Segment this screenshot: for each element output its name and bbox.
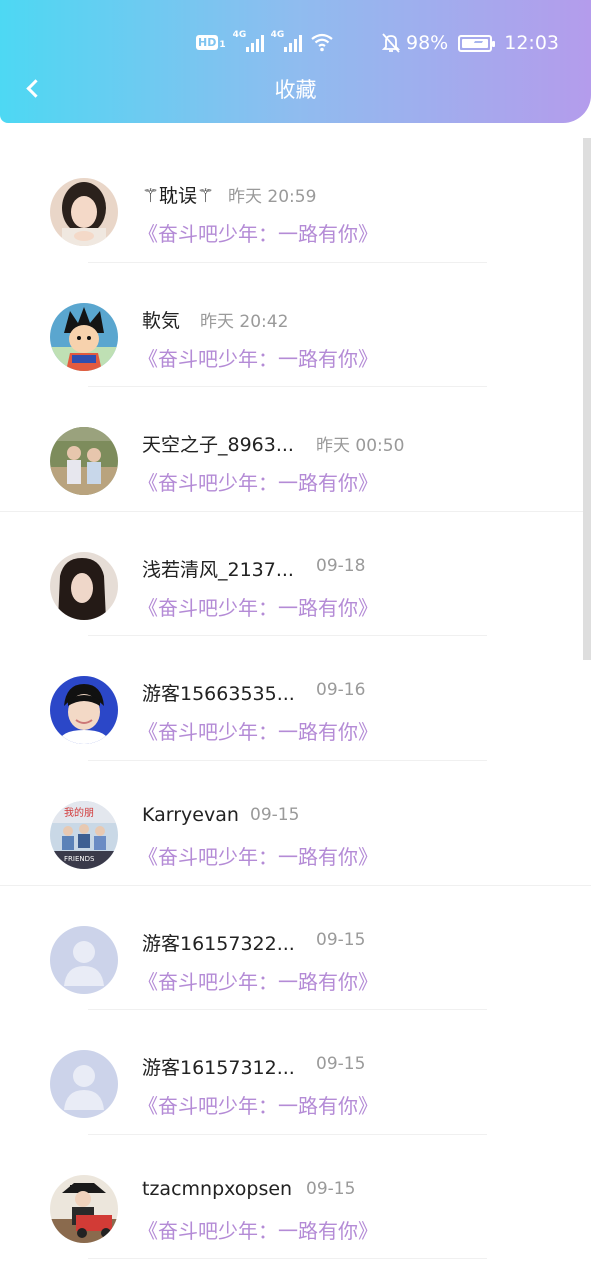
user-name: 軟気 (142, 309, 181, 332)
status-icons-left: HD 1 4G 4G (196, 30, 334, 52)
signal-icon: 4G (233, 30, 264, 52)
signal-icon: 4G (271, 30, 302, 52)
top-app-bar: HD 1 4G 4G 98% 12:03 收藏 (0, 0, 591, 123)
avatar[interactable] (50, 551, 118, 620)
avatar[interactable]: 我的朋 FRIENDS (50, 800, 118, 869)
timestamp: 09-15 (316, 1054, 366, 1075)
wifi-icon (310, 33, 333, 52)
avatar[interactable] (50, 676, 118, 745)
favorites-list: ⚚耽误⚚ 昨天 20:59 《奋斗吧少年：一路有你》 軟気 昨天 20:42 《奋斗吧少年… (0, 138, 591, 1260)
user-name: 游客16157322... (142, 932, 295, 955)
list-item[interactable]: 天空之子_8963... 昨天 00:50 《奋斗吧少年：一路有你》 (0, 387, 591, 512)
timestamp: 09-15 (306, 1178, 356, 1199)
user-name: 游客15663535... (142, 683, 295, 706)
divider (88, 1258, 487, 1260)
show-title-link[interactable]: 《奋斗吧少年：一路有你》 (138, 966, 378, 995)
avatar[interactable] (50, 1050, 118, 1119)
list-item[interactable]: ⚚耽误⚚ 昨天 20:59 《奋斗吧少年：一路有你》 (0, 138, 591, 263)
user-name: 游客16157312... (142, 1057, 295, 1080)
timestamp: 09-15 (316, 929, 366, 950)
avatar[interactable] (50, 925, 118, 994)
timestamp: 09-18 (316, 555, 366, 576)
timestamp: 09-15 (250, 804, 300, 825)
scrollbar[interactable] (583, 138, 591, 660)
battery-icon (458, 34, 496, 52)
show-title-link[interactable]: 《奋斗吧少年：一路有你》 (138, 1215, 378, 1244)
clock: 12:03 (504, 32, 559, 54)
show-title-link[interactable]: 《奋斗吧少年：一路有你》 (138, 343, 378, 372)
page-title: 收藏 (274, 78, 317, 102)
list-item[interactable]: 浅若清风_2137... 09-18 《奋斗吧少年：一路有你》 (0, 512, 591, 637)
user-name: tzacmnpxopsen (142, 1177, 293, 1200)
show-title-link[interactable]: 《奋斗吧少年：一路有你》 (138, 1090, 378, 1119)
status-bar: HD 1 4G 4G 98% 12:03 (0, 30, 591, 60)
list-item[interactable]: 軟気 昨天 20:42 《奋斗吧少年：一路有你》 (0, 263, 591, 388)
timestamp: 09-16 (316, 680, 366, 701)
show-title-link[interactable]: 《奋斗吧少年：一路有你》 (138, 218, 378, 247)
mute-bell-icon (382, 33, 400, 53)
show-title-link[interactable]: 《奋斗吧少年：一路有你》 (138, 716, 378, 745)
hd-icon: HD 1 (196, 34, 226, 50)
timestamp: 昨天 00:50 (316, 436, 405, 457)
svg-text:FRIENDS: FRIENDS (64, 855, 95, 863)
avatar[interactable] (50, 178, 118, 246)
user-name: Karryevan (142, 803, 239, 826)
avatar[interactable] (50, 427, 118, 496)
list-item[interactable]: 游客16157312... 09-15 《奋斗吧少年：一路有你》 (0, 1010, 591, 1135)
list-item[interactable]: tzacmnpxopsen 09-15 《奋斗吧少年：一路有你》 (0, 1135, 591, 1260)
battery-percent: 98% (406, 32, 449, 54)
list-item[interactable]: 游客15663535... 09-16 《奋斗吧少年：一路有你》 (0, 636, 591, 761)
show-title-link[interactable]: 《奋斗吧少年：一路有你》 (138, 592, 378, 621)
list-item[interactable]: 游客16157322... 09-15 《奋斗吧少年：一路有你》 (0, 886, 591, 1011)
show-title-link[interactable]: 《奋斗吧少年：一路有你》 (138, 841, 378, 870)
user-name: 天空之子_8963... (142, 434, 294, 457)
user-name: ⚚耽误⚚ (142, 185, 215, 207)
timestamp: 昨天 20:42 (200, 311, 289, 332)
avatar[interactable] (50, 302, 118, 371)
timestamp: 昨天 20:59 (228, 187, 317, 207)
user-name: 浅若清风_2137... (142, 558, 294, 581)
list-item[interactable]: 我的朋 FRIENDS Karryevan 09-15 《奋斗吧少年：一路有你》 (0, 761, 591, 886)
status-icons-right: 98% 12:03 (382, 32, 559, 54)
avatar[interactable] (50, 1174, 118, 1243)
svg-text:我的朋: 我的朋 (64, 806, 94, 819)
show-title-link[interactable]: 《奋斗吧少年：一路有你》 (138, 467, 378, 496)
